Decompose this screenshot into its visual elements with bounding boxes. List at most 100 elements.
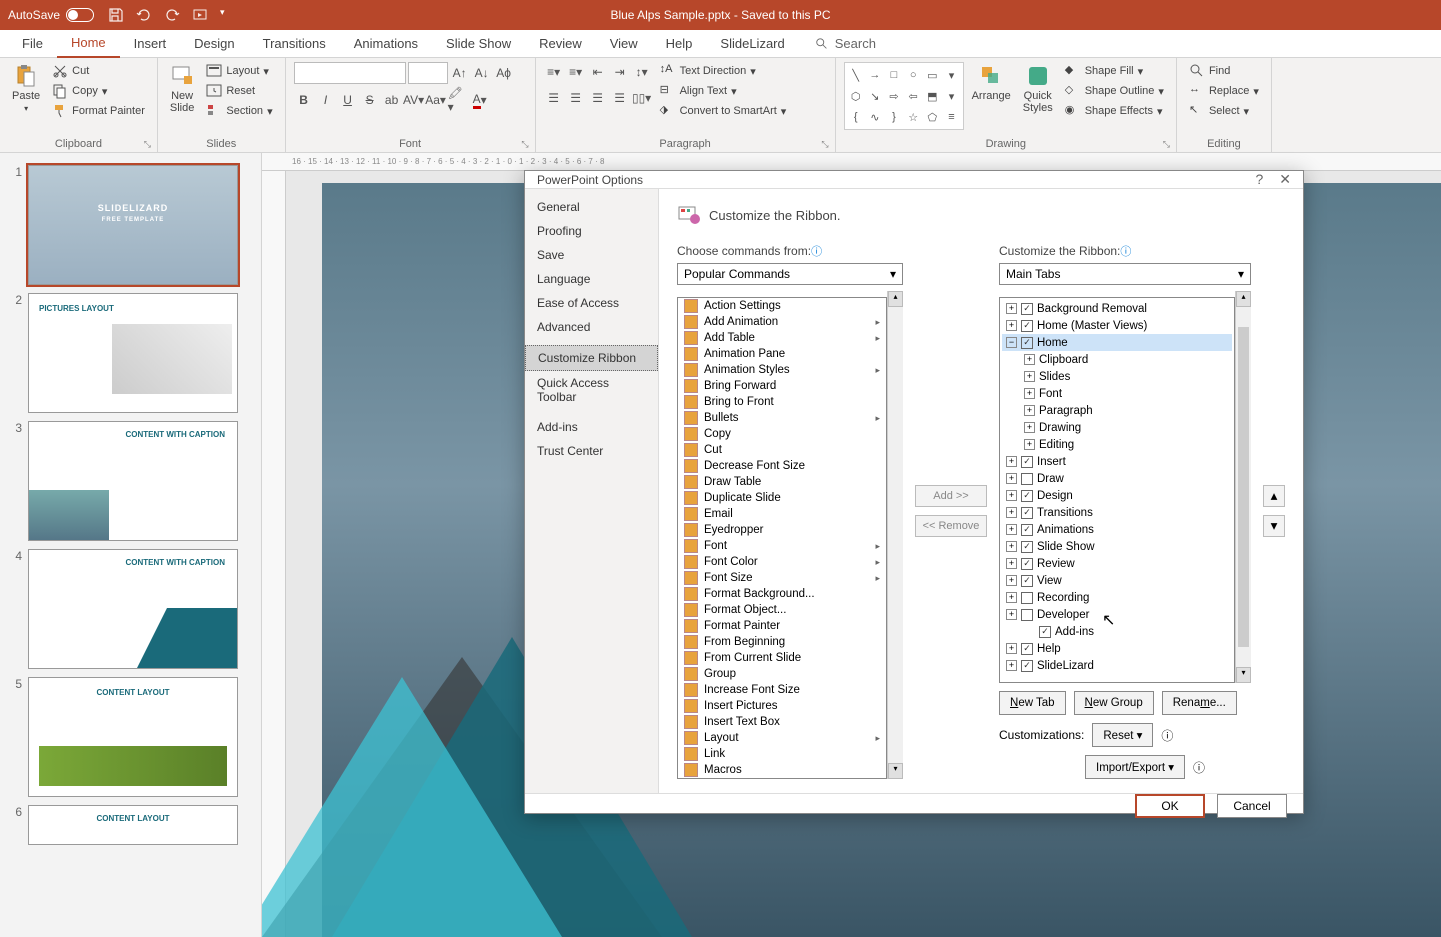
- expander-icon[interactable]: +: [1006, 524, 1017, 535]
- checkbox[interactable]: [1021, 592, 1033, 604]
- checkbox[interactable]: [1021, 320, 1033, 332]
- help-icon[interactable]: ?: [1255, 171, 1263, 188]
- new-group-button[interactable]: New Group: [1074, 691, 1154, 715]
- shadow-button[interactable]: ab: [382, 90, 402, 110]
- bullets-button[interactable]: ≡▾: [544, 62, 564, 82]
- redo-icon[interactable]: [164, 7, 180, 23]
- clear-format-icon[interactable]: Aϕ: [494, 63, 514, 83]
- change-case-button[interactable]: Aa▾: [426, 90, 446, 110]
- align-text-button[interactable]: ⊟Align Text ▾: [656, 82, 791, 100]
- expander-icon[interactable]: +: [1006, 609, 1017, 620]
- expander-icon[interactable]: +: [1006, 507, 1017, 518]
- checkbox[interactable]: [1021, 643, 1033, 655]
- text-direction-button[interactable]: ↕AText Direction ▾: [656, 62, 791, 80]
- tree-row[interactable]: +Design: [1002, 487, 1232, 504]
- font-size-select[interactable]: [408, 62, 448, 84]
- slide-thumb-4[interactable]: CONTENT WITH CAPTION: [28, 549, 238, 669]
- command-item[interactable]: Bring Forward: [678, 378, 886, 394]
- nav-save[interactable]: Save: [525, 243, 658, 267]
- expander-icon[interactable]: +: [1006, 473, 1017, 484]
- command-item[interactable]: From Beginning: [678, 634, 886, 650]
- nav-qat[interactable]: Quick Access Toolbar: [525, 371, 658, 409]
- info-icon[interactable]: ⓘ: [811, 246, 822, 258]
- command-item[interactable]: Animation Styles▸: [678, 362, 886, 378]
- cut-button[interactable]: Cut: [48, 62, 149, 80]
- tree-row[interactable]: +Slides: [1002, 368, 1232, 385]
- tab-transitions[interactable]: Transitions: [249, 30, 340, 58]
- search-box[interactable]: Search: [815, 36, 876, 51]
- nav-trust-center[interactable]: Trust Center: [525, 439, 658, 463]
- tree-row[interactable]: +Home (Master Views): [1002, 317, 1232, 334]
- save-icon[interactable]: [108, 7, 124, 23]
- arrange-button[interactable]: Arrange: [968, 62, 1015, 104]
- command-item[interactable]: Animation Pane: [678, 346, 886, 362]
- scroll-up-icon[interactable]: ▴: [1236, 291, 1251, 307]
- tree-row[interactable]: +Animations: [1002, 521, 1232, 538]
- command-item[interactable]: Action Settings: [678, 298, 886, 314]
- smartart-button[interactable]: ⬗Convert to SmartArt ▾: [656, 102, 791, 120]
- tree-row[interactable]: +Drawing: [1002, 419, 1232, 436]
- tab-design[interactable]: Design: [180, 30, 248, 58]
- expander-icon[interactable]: +: [1006, 575, 1017, 586]
- launcher-icon[interactable]: ⤡: [821, 139, 828, 150]
- scroll-down-icon[interactable]: ▾: [1236, 667, 1251, 683]
- checkbox[interactable]: [1021, 473, 1033, 485]
- import-export-button[interactable]: Import/Export ▾: [1085, 755, 1185, 779]
- nav-general[interactable]: General: [525, 195, 658, 219]
- new-tab-button[interactable]: New Tab: [999, 691, 1066, 715]
- checkbox[interactable]: [1021, 456, 1033, 468]
- cancel-button[interactable]: Cancel: [1217, 794, 1287, 818]
- nav-proofing[interactable]: Proofing: [525, 219, 658, 243]
- tree-row[interactable]: +Draw: [1002, 470, 1232, 487]
- line-spacing-button[interactable]: ↕▾: [632, 62, 652, 82]
- expander-icon[interactable]: +: [1024, 439, 1035, 450]
- info-icon[interactable]: ⓘ: [1161, 727, 1173, 744]
- command-item[interactable]: From Current Slide: [678, 650, 886, 666]
- command-item[interactable]: Macros: [678, 762, 886, 778]
- tree-row[interactable]: +Paragraph: [1002, 402, 1232, 419]
- undo-icon[interactable]: [136, 7, 152, 23]
- qat-more-icon[interactable]: ▾: [220, 7, 225, 23]
- command-item[interactable]: Link: [678, 746, 886, 762]
- remove-button[interactable]: << Remove: [915, 515, 987, 537]
- justify-button[interactable]: ☰: [610, 88, 630, 108]
- commands-list[interactable]: Action SettingsAdd Animation▸Add Table▸A…: [677, 297, 887, 779]
- tab-file[interactable]: File: [8, 30, 57, 58]
- expander-icon[interactable]: +: [1006, 558, 1017, 569]
- align-left-button[interactable]: ☰: [544, 88, 564, 108]
- columns-button[interactable]: ▯▯▾: [632, 88, 652, 108]
- tree-row[interactable]: +Clipboard: [1002, 351, 1232, 368]
- slide-thumb-6[interactable]: CONTENT LAYOUT: [28, 805, 238, 845]
- font-name-select[interactable]: [294, 62, 406, 84]
- reset-button[interactable]: Reset: [202, 82, 276, 100]
- quick-styles-button[interactable]: Quick Styles: [1019, 62, 1057, 116]
- command-item[interactable]: Add Animation▸: [678, 314, 886, 330]
- customize-ribbon-select[interactable]: Main Tabs▾: [999, 263, 1251, 285]
- command-item[interactable]: Font Size▸: [678, 570, 886, 586]
- info-icon[interactable]: ⓘ: [1193, 759, 1205, 776]
- expander-icon[interactable]: +: [1024, 422, 1035, 433]
- command-item[interactable]: Bring to Front: [678, 394, 886, 410]
- tree-row[interactable]: +Background Removal: [1002, 300, 1232, 317]
- launcher-icon[interactable]: ⤡: [144, 139, 151, 150]
- select-button[interactable]: ↖Select ▾: [1185, 102, 1263, 120]
- command-item[interactable]: Draw Table: [678, 474, 886, 490]
- add-button[interactable]: Add >>: [915, 485, 987, 507]
- section-button[interactable]: Section ▾: [202, 102, 276, 120]
- command-item[interactable]: Bullets▸: [678, 410, 886, 426]
- command-item[interactable]: Font▸: [678, 538, 886, 554]
- slide-thumb-1[interactable]: SLIDELIZARDFREE TEMPLATE: [28, 165, 238, 285]
- command-item[interactable]: Insert Pictures: [678, 698, 886, 714]
- checkbox[interactable]: [1021, 660, 1033, 672]
- command-item[interactable]: Font Color▸: [678, 554, 886, 570]
- command-item[interactable]: Decrease Font Size: [678, 458, 886, 474]
- tab-help[interactable]: Help: [652, 30, 707, 58]
- command-item[interactable]: Eyedropper: [678, 522, 886, 538]
- numbering-button[interactable]: ≡▾: [566, 62, 586, 82]
- checkbox[interactable]: [1021, 524, 1033, 536]
- highlight-button[interactable]: 🖍▾: [448, 90, 468, 110]
- move-up-button[interactable]: ▴: [1263, 485, 1285, 507]
- shape-fill-button[interactable]: ◆Shape Fill ▾: [1061, 62, 1168, 80]
- replace-button[interactable]: ↔Replace ▾: [1185, 82, 1263, 100]
- tree-row[interactable]: +SlideLizard: [1002, 657, 1232, 674]
